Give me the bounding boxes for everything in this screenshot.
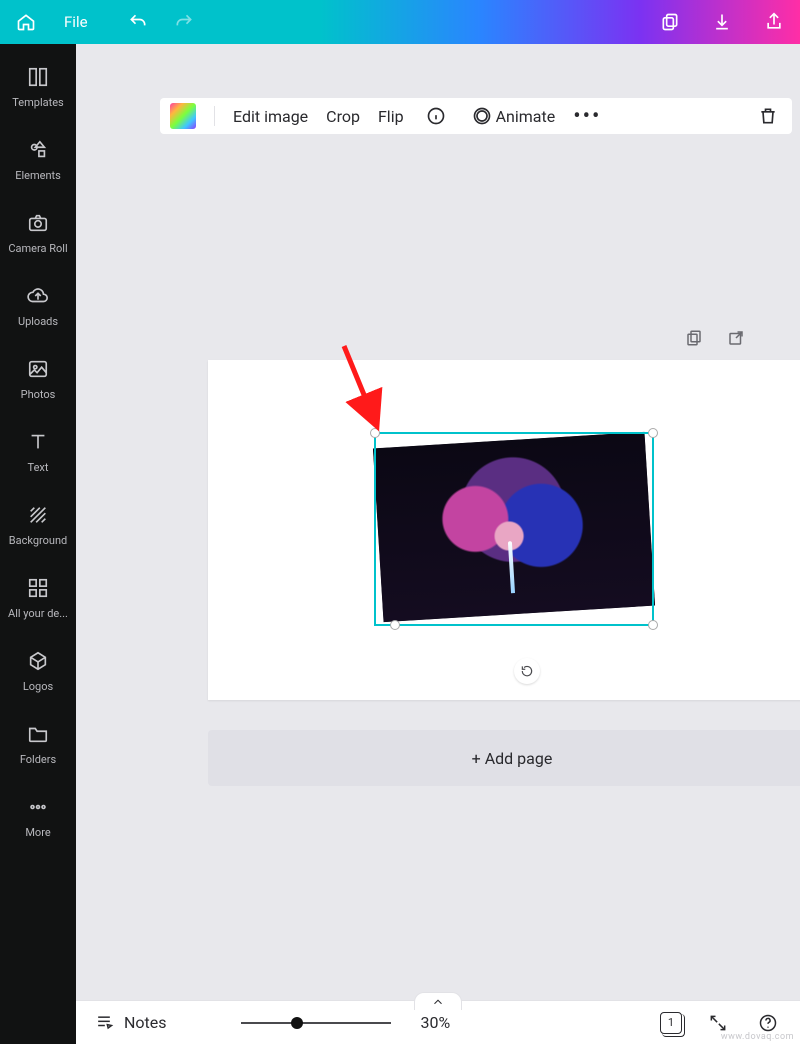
help-icon bbox=[758, 1013, 778, 1033]
crop-button[interactable]: Crop bbox=[326, 107, 360, 126]
edit-image-button[interactable]: Edit image bbox=[233, 107, 308, 126]
color-picker-button[interactable] bbox=[170, 103, 196, 129]
templates-icon bbox=[27, 66, 49, 88]
redo-button[interactable] bbox=[170, 8, 198, 36]
designs-icon bbox=[27, 577, 49, 599]
sidebar-item-logos[interactable]: Logos bbox=[4, 640, 72, 701]
animate-icon-button[interactable] bbox=[468, 102, 496, 130]
sidebar-item-photos[interactable]: Photos bbox=[4, 348, 72, 409]
left-sidebar: Templates Elements Camera Roll Uploads P… bbox=[0, 44, 76, 1044]
add-page-button[interactable]: + Add page bbox=[208, 730, 800, 786]
rotate-icon bbox=[520, 664, 534, 678]
resize-handle-bottom-left[interactable] bbox=[390, 620, 400, 630]
uploads-icon bbox=[27, 285, 49, 307]
sidebar-item-background[interactable]: Background bbox=[4, 494, 72, 555]
sidebar-item-elements[interactable]: Elements bbox=[4, 129, 72, 190]
zoom-slider[interactable] bbox=[241, 1022, 391, 1024]
sidebar-item-all-your-designs[interactable]: All your de... bbox=[4, 567, 72, 628]
share-button[interactable] bbox=[760, 8, 788, 36]
sidebar-item-label: Photos bbox=[21, 388, 56, 401]
chevron-up-icon bbox=[431, 995, 445, 1009]
sidebar-item-more[interactable]: More bbox=[4, 786, 72, 847]
download-button[interactable] bbox=[708, 8, 736, 36]
sidebar-item-folders[interactable]: Folders bbox=[4, 713, 72, 774]
more-options-button[interactable]: ••• bbox=[573, 104, 601, 129]
delete-button[interactable] bbox=[754, 102, 782, 130]
sidebar-item-label: Text bbox=[28, 461, 49, 474]
watermark: www.dovaq.com bbox=[721, 1032, 794, 1042]
home-button[interactable] bbox=[12, 8, 40, 36]
topbar-right bbox=[656, 8, 788, 36]
resize-handle-top-right[interactable] bbox=[648, 428, 658, 438]
sidebar-item-label: More bbox=[25, 826, 50, 839]
notes-label: Notes bbox=[124, 1013, 167, 1032]
sidebar-item-label: Camera Roll bbox=[8, 242, 67, 255]
notes-icon bbox=[94, 1013, 114, 1033]
redo-icon bbox=[174, 12, 194, 32]
context-toolbar: Edit image Crop Flip Animate ••• bbox=[160, 98, 792, 134]
sidebar-item-label: Elements bbox=[15, 169, 61, 182]
sidebar-item-label: Background bbox=[9, 534, 67, 547]
sidebar-item-templates[interactable]: Templates bbox=[4, 56, 72, 117]
logos-icon bbox=[27, 650, 49, 672]
info-icon bbox=[426, 106, 446, 126]
sidebar-item-label: Templates bbox=[12, 96, 63, 109]
share-icon bbox=[764, 12, 784, 32]
fullscreen-icon bbox=[708, 1013, 728, 1033]
trash-icon bbox=[758, 106, 778, 126]
elements-icon bbox=[27, 139, 49, 161]
sidebar-item-label: Logos bbox=[23, 680, 53, 693]
photos-icon bbox=[27, 358, 49, 380]
duplicate-page-icon bbox=[685, 329, 703, 347]
undo-redo-group bbox=[124, 8, 198, 36]
external-icon bbox=[727, 329, 745, 347]
canvas-page-tools bbox=[680, 324, 750, 352]
notes-button[interactable]: Notes bbox=[94, 1013, 167, 1033]
info-button[interactable] bbox=[422, 102, 450, 130]
zoom-value[interactable]: 30% bbox=[421, 1013, 451, 1032]
animate-icon bbox=[472, 106, 492, 126]
duplicate-icon bbox=[660, 12, 680, 32]
sidebar-item-label: Uploads bbox=[18, 315, 58, 328]
animate-button[interactable]: Animate bbox=[496, 107, 556, 126]
sidebar-item-uploads[interactable]: Uploads bbox=[4, 275, 72, 336]
separator bbox=[214, 106, 215, 126]
resize-handle-top-left[interactable] bbox=[370, 428, 380, 438]
page-count-button[interactable]: 1 bbox=[660, 1012, 682, 1034]
folder-icon bbox=[27, 723, 49, 745]
home-icon bbox=[16, 12, 36, 32]
undo-icon bbox=[128, 12, 148, 32]
resize-handle-bottom-right[interactable] bbox=[648, 620, 658, 630]
top-bar: File bbox=[0, 0, 800, 44]
duplicate-page-button[interactable] bbox=[680, 324, 708, 352]
selection-box[interactable] bbox=[374, 432, 654, 626]
sidebar-item-text[interactable]: Text bbox=[4, 421, 72, 482]
collapse-handle[interactable] bbox=[414, 992, 462, 1010]
sidebar-item-label: All your de... bbox=[8, 607, 68, 620]
zoom-slider-knob[interactable] bbox=[291, 1017, 303, 1029]
undo-button[interactable] bbox=[124, 8, 152, 36]
text-icon bbox=[27, 431, 49, 453]
flip-button[interactable]: Flip bbox=[378, 107, 404, 126]
rotate-handle[interactable] bbox=[514, 658, 540, 684]
sidebar-item-camera-roll[interactable]: Camera Roll bbox=[4, 202, 72, 263]
page-count-value: 1 bbox=[668, 1016, 674, 1029]
open-page-button[interactable] bbox=[722, 324, 750, 352]
file-menu[interactable]: File bbox=[54, 9, 98, 35]
duplicate-button[interactable] bbox=[656, 8, 684, 36]
camera-icon bbox=[27, 212, 49, 234]
animate-group: Animate bbox=[468, 102, 556, 130]
sidebar-item-label: Folders bbox=[20, 753, 56, 766]
download-icon bbox=[712, 12, 732, 32]
bottom-bar: Notes 30% 1 bbox=[76, 1000, 800, 1044]
canvas-area[interactable]: Edit image Crop Flip Animate ••• bbox=[76, 44, 800, 1000]
more-icon bbox=[27, 796, 49, 818]
background-icon bbox=[27, 504, 49, 526]
add-page-label: + Add page bbox=[472, 749, 553, 768]
